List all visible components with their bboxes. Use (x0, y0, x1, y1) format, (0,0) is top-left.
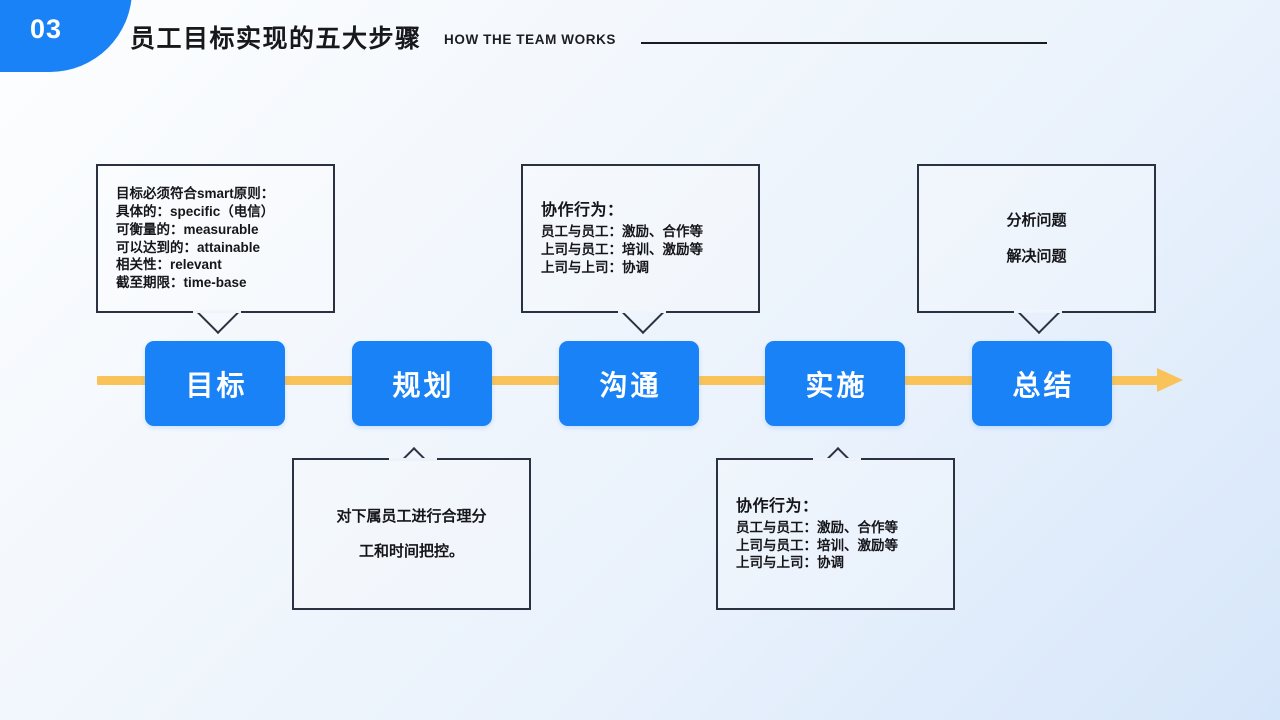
callout-line: 上司与上司：协调 (736, 555, 844, 571)
callout-line: 员工与员工：激励、合作等 (541, 224, 703, 240)
callout-line: 解决问题 (1006, 247, 1067, 265)
callout-line: 上司与上司：协调 (541, 259, 649, 275)
callout-box-1: 目标必须符合smart原则： 具体的：specific（电信） 可衡量的：mea… (96, 164, 335, 334)
callout-heading: 协作行为： (541, 202, 624, 220)
page-title: 员工目标实现的五大步骤 (130, 25, 422, 53)
callout-line: 员工与员工：激励、合作等 (736, 519, 898, 535)
callout-line: 分析问题 (1006, 212, 1067, 230)
step-box-2[interactable]: 规划 (352, 341, 492, 426)
callout-pointer-icon (193, 310, 241, 334)
callout-content: 对下属员工进行合理分 工和时间把控。 (294, 499, 529, 570)
callout-line: 目标必须符合smart原则： (116, 186, 275, 202)
step-label: 实施 (805, 369, 868, 401)
callout-line: 可衡量的：measurable (116, 221, 259, 237)
header-divider (641, 42, 1047, 44)
callout-content: 分析问题 解决问题 (919, 203, 1154, 274)
step-box-5[interactable]: 总结 (972, 341, 1112, 426)
callout-pointer-icon (813, 437, 861, 461)
callout-line: 上司与员工：培训、激励等 (541, 242, 703, 258)
step-box-4[interactable]: 实施 (765, 341, 905, 426)
callout-content: 协作行为： 员工与员工：激励、合作等 上司与员工：培训、激励等 上司与上司：协调 (523, 200, 758, 277)
callout-line: 具体的：specific（电信） (116, 203, 275, 219)
callout-pointer-icon (618, 310, 666, 334)
callout-box-2: 协作行为： 员工与员工：激励、合作等 上司与员工：培训、激励等 上司与上司：协调 (521, 164, 760, 334)
callout-content: 目标必须符合smart原则： 具体的：specific（电信） 可衡量的：mea… (98, 185, 333, 292)
callout-line: 相关性：relevant (116, 257, 222, 273)
callout-pointer-icon (389, 437, 437, 461)
callout-content: 协作行为： 员工与员工：激励、合作等 上司与员工：培训、激励等 上司与上司：协调 (718, 496, 953, 573)
callout-line: 对下属员工进行合理分 (336, 507, 487, 525)
step-label: 沟通 (599, 369, 662, 401)
callout-line: 截至期限：time-base (116, 275, 247, 291)
callout-pointer-icon (1014, 310, 1062, 334)
callout-line: 上司与员工：培训、激励等 (736, 537, 898, 553)
flow-arrow-icon (1157, 368, 1183, 392)
step-label: 总结 (1012, 369, 1075, 401)
callout-line: 工和时间把控。 (358, 543, 464, 560)
section-number: 03 (30, 14, 63, 44)
callout-box-4: 对下属员工进行合理分 工和时间把控。 (292, 446, 531, 610)
callout-heading: 协作行为： (736, 497, 819, 515)
page-subtitle: HOW THE TEAM WORKS (444, 32, 617, 47)
step-label: 规划 (392, 369, 455, 401)
step-box-3[interactable]: 沟通 (559, 341, 699, 426)
callout-line: 可以达到的：attainable (116, 239, 261, 255)
step-box-1[interactable]: 目标 (145, 341, 285, 426)
callout-box-3: 分析问题 解决问题 (917, 164, 1156, 334)
step-label: 目标 (185, 369, 248, 401)
callout-box-5: 协作行为： 员工与员工：激励、合作等 上司与员工：培训、激励等 上司与上司：协调 (716, 446, 955, 610)
header-accent-shape (0, 0, 132, 72)
